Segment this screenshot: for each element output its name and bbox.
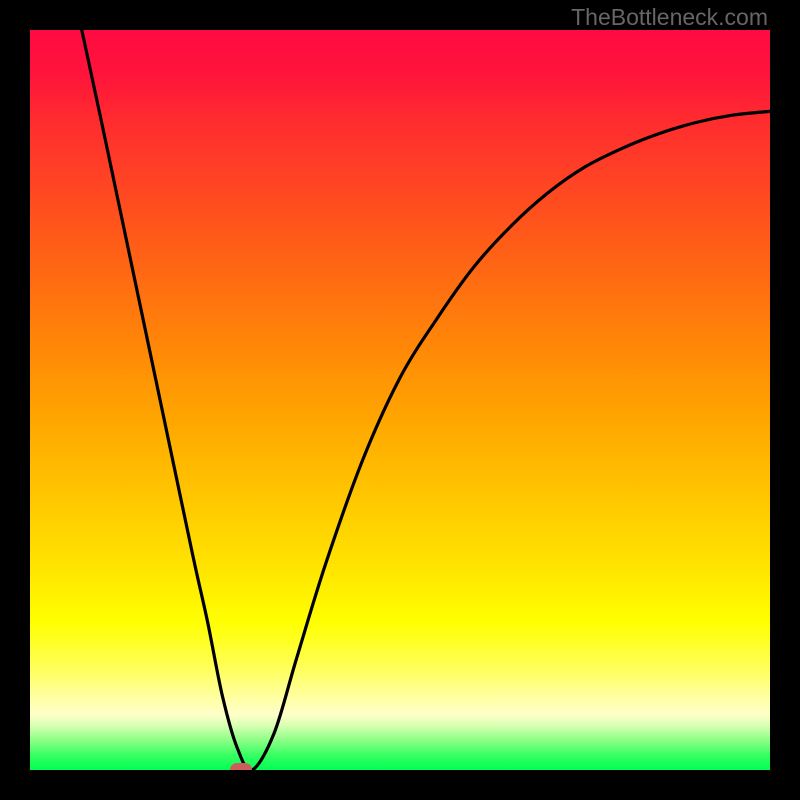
bottleneck-curve: [30, 30, 770, 770]
plot-area: [30, 30, 770, 770]
chart-frame: TheBottleneck.com: [0, 0, 800, 800]
minimum-marker: [230, 763, 252, 770]
attribution-text: TheBottleneck.com: [571, 4, 768, 31]
